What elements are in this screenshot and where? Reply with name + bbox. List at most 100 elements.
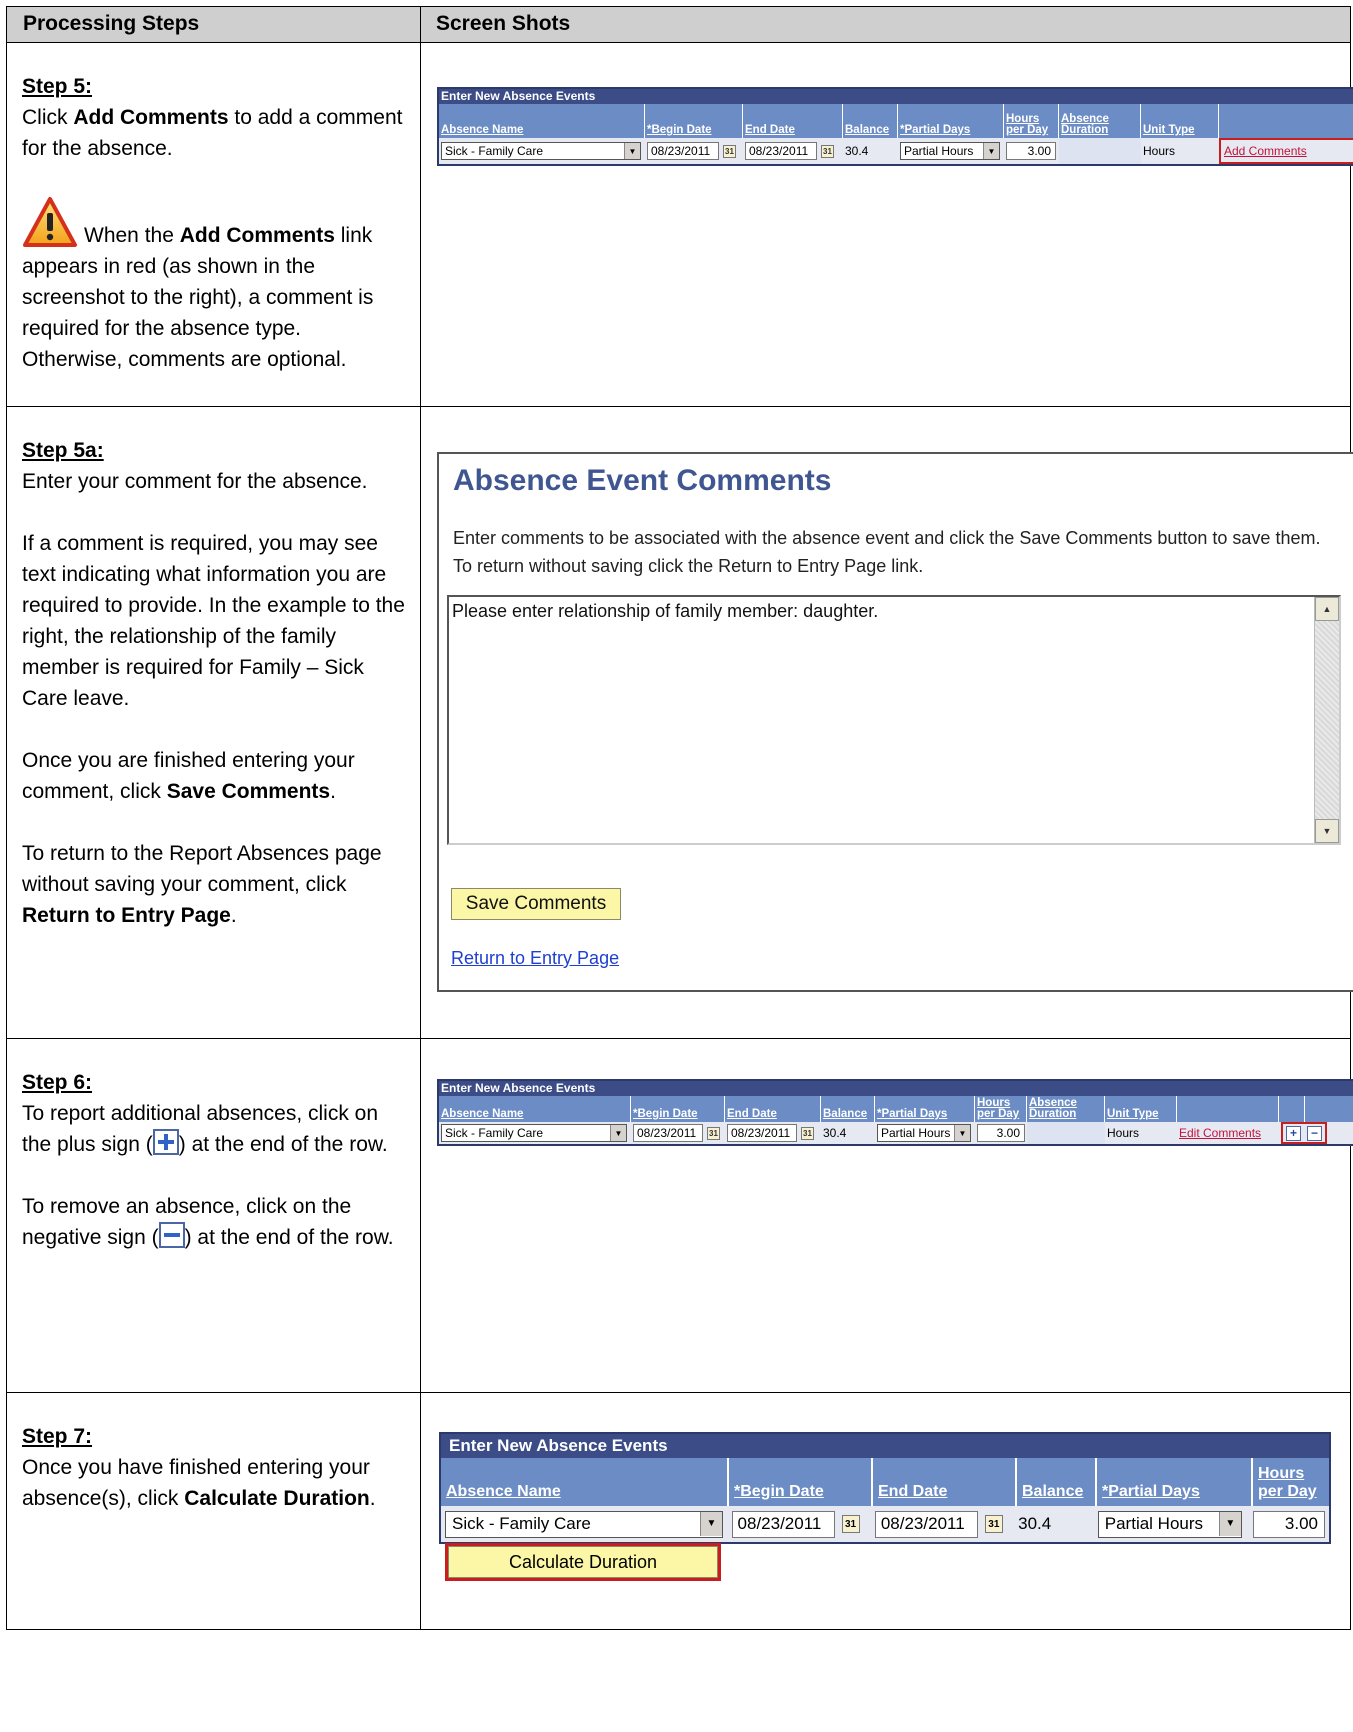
calendar-icon[interactable]: 31: [821, 144, 834, 158]
step-6-screenshot: Enter New Absence Events Absence Name *B…: [421, 1039, 1353, 1392]
step-6-text-1: To report additional absences, click on …: [22, 1102, 388, 1156]
col-absence-name[interactable]: Absence Name: [439, 1096, 631, 1122]
col-begin-date[interactable]: *Begin Date: [729, 1458, 873, 1506]
col-hours-per-day[interactable]: Hours per Day: [975, 1096, 1027, 1122]
col-absence-duration[interactable]: Absence Duration: [1059, 104, 1141, 138]
calendar-icon[interactable]: 31: [801, 1126, 814, 1140]
grid-header-row: Absence Name *Begin Date End Date Balanc…: [441, 1458, 1329, 1506]
col-add: [1279, 1096, 1305, 1122]
chevron-down-icon: ▼: [700, 1511, 722, 1536]
step-5-screenshot: Enter New Absence Events Absence Name *B…: [421, 43, 1353, 406]
calendar-icon[interactable]: 31: [841, 1515, 860, 1533]
add-comments-highlight: Add Comments: [1219, 138, 1353, 164]
unit-type-value: Hours: [1143, 144, 1176, 158]
balance-value: 30.4: [1018, 1514, 1052, 1533]
scroll-up-icon[interactable]: ▲: [1315, 597, 1339, 621]
col-balance[interactable]: Balance: [821, 1096, 875, 1122]
step-5-instructions: Step 5: Click Add Comments to add a comm…: [7, 43, 421, 406]
col-unit-type[interactable]: Unit Type: [1141, 104, 1219, 138]
absence-events-grid-large: Enter New Absence Events Absence Name *B…: [439, 1432, 1331, 1544]
absence-name-select[interactable]: Sick - Family Care ▼: [445, 1510, 723, 1538]
begin-date-input[interactable]: 08/23/2011: [731, 1510, 835, 1538]
col-begin-date[interactable]: *Begin Date: [631, 1096, 725, 1122]
hours-per-day-input[interactable]: 3.00: [977, 1124, 1025, 1142]
col-absence-name[interactable]: Absence Name: [439, 104, 645, 138]
remove-row-button[interactable]: −: [1307, 1125, 1322, 1141]
step-6-title: Step 6:: [22, 1071, 93, 1094]
warning-triangle-icon: [23, 197, 77, 247]
step-5a-screenshot: Absence Event Comments Enter comments to…: [421, 407, 1353, 1038]
step-7-instructions: Step 7: Once you have finished entering …: [7, 1393, 421, 1629]
begin-date-input[interactable]: 08/23/2011: [647, 142, 719, 160]
balance-value: 30.4: [845, 144, 869, 158]
col-absence-duration[interactable]: Absence Duration: [1027, 1096, 1105, 1122]
step-7-text: Once you have finished entering your abs…: [22, 1456, 376, 1510]
header-processing-steps: Processing Steps: [7, 7, 421, 42]
col-end-date[interactable]: End Date: [743, 104, 843, 138]
col-end-date[interactable]: End Date: [725, 1096, 821, 1122]
absence-name-select[interactable]: Sick - Family Care ▼: [441, 1124, 627, 1142]
absence-duration-value: [1027, 1122, 1105, 1144]
col-remove: [1305, 1096, 1353, 1122]
calculate-duration-button[interactable]: Calculate Duration: [448, 1546, 718, 1578]
col-balance[interactable]: Balance: [843, 104, 898, 138]
col-begin-date[interactable]: *Begin Date: [645, 104, 743, 138]
col-hours-per-day[interactable]: Hours per Day: [1004, 104, 1059, 138]
step-5a-row: Step 5a: Enter your comment for the abse…: [7, 407, 1353, 1039]
end-date-input[interactable]: 08/23/2011: [727, 1124, 797, 1142]
calendar-icon[interactable]: 31: [723, 144, 736, 158]
calendar-icon[interactable]: 31: [984, 1515, 1003, 1533]
partial-days-select[interactable]: Partial Hours ▼: [877, 1124, 971, 1142]
col-hours-per-day[interactable]: Hours per Day: [1253, 1458, 1329, 1506]
chevron-down-icon: ▼: [954, 1125, 970, 1141]
col-balance[interactable]: Balance: [1017, 1458, 1097, 1506]
hours-per-day-input[interactable]: 3.00: [1006, 142, 1056, 160]
step-7-screenshot: Enter New Absence Events Absence Name *B…: [421, 1393, 1350, 1629]
grid-row: Sick - Family Care ▼ 08/23/2011 31 08/23/2…: [439, 138, 1353, 164]
step-5-row: Step 5: Click Add Comments to add a comm…: [7, 43, 1353, 407]
col-absence-name[interactable]: Absence Name: [441, 1458, 729, 1506]
add-comments-link[interactable]: Add Comments: [1224, 144, 1307, 158]
absence-events-grid: Enter New Absence Events Absence Name *B…: [437, 87, 1353, 166]
absence-name-select[interactable]: Sick - Family Care ▼: [441, 142, 641, 160]
grid-title: Enter New Absence Events: [439, 89, 1353, 104]
header-screen-shots: Screen Shots: [436, 12, 571, 35]
return-to-entry-page-link[interactable]: Return to Entry Page: [451, 948, 619, 969]
plus-icon: [152, 1129, 179, 1155]
comment-text: Please enter relationship of family memb…: [452, 601, 879, 621]
absence-comments-page: Absence Event Comments Enter comments to…: [437, 452, 1353, 992]
begin-date-input[interactable]: 08/23/2011: [633, 1124, 703, 1142]
chevron-down-icon: ▼: [624, 143, 640, 159]
col-unit-type[interactable]: Unit Type: [1105, 1096, 1177, 1122]
step-5-text: Click Add Comments to add a comment for …: [22, 106, 403, 160]
col-comments: [1177, 1096, 1279, 1122]
partial-days-select[interactable]: Partial Hours ▼: [900, 142, 1000, 160]
col-comments: [1219, 104, 1353, 138]
comment-textarea[interactable]: Please enter relationship of family memb…: [447, 595, 1341, 845]
col-partial-days[interactable]: *Partial Days: [875, 1096, 975, 1122]
col-end-date[interactable]: End Date: [873, 1458, 1017, 1506]
minus-icon: [158, 1222, 185, 1248]
absence-events-grid: Enter New Absence Events Absence Name *B…: [437, 1079, 1353, 1146]
hours-per-day-input[interactable]: 3.00: [1253, 1510, 1325, 1538]
scroll-down-icon[interactable]: ▼: [1315, 819, 1339, 843]
save-comments-button[interactable]: Save Comments: [451, 888, 621, 920]
col-partial-days[interactable]: *Partial Days: [898, 104, 1004, 138]
end-date-input[interactable]: 08/23/2011: [874, 1510, 978, 1538]
step-5a-text-3: Once you are finished entering your comm…: [22, 749, 355, 803]
calendar-icon[interactable]: 31: [707, 1126, 720, 1140]
comments-page-title: Absence Event Comments: [453, 464, 832, 497]
step-5-title: Step 5:: [22, 75, 93, 98]
step-6-instructions: Step 6: To report additional absences, c…: [7, 1039, 421, 1392]
textarea-scrollbar[interactable]: ▲ ▼: [1314, 597, 1339, 843]
edit-comments-link[interactable]: Edit Comments: [1179, 1126, 1261, 1140]
step-6-text-2: To remove an absence, click on the negat…: [22, 1195, 394, 1249]
partial-days-select[interactable]: Partial Hours ▼: [1097, 1510, 1242, 1538]
grid-header-row: Absence Name *Begin Date End Date Balanc…: [439, 1096, 1353, 1122]
unit-type-value: Hours: [1107, 1126, 1140, 1140]
comments-instructions: Enter comments to be associated with the…: [453, 528, 1321, 576]
end-date-input[interactable]: 08/23/2011: [745, 142, 817, 160]
col-partial-days[interactable]: *Partial Days: [1097, 1458, 1253, 1506]
chevron-down-icon: ▼: [983, 143, 999, 159]
add-row-button[interactable]: +: [1286, 1125, 1301, 1141]
